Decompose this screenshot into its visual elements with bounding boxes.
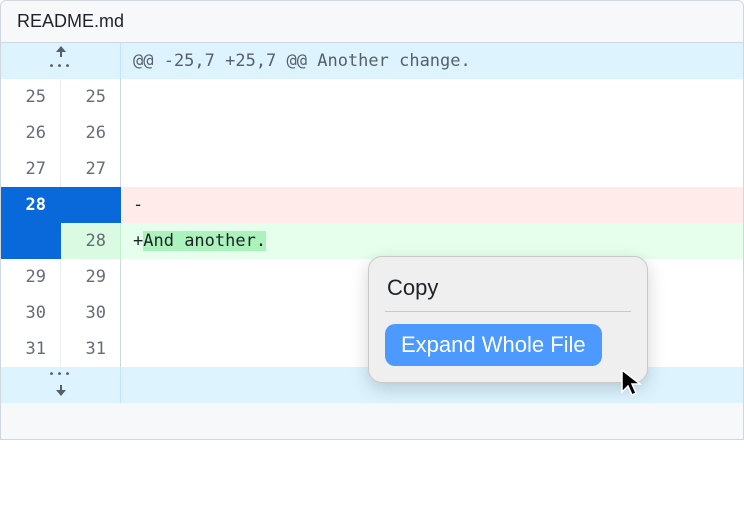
trailing-row <box>1 403 744 439</box>
new-line-number[interactable]: 29 <box>61 259 121 295</box>
file-header: README.md <box>0 0 744 43</box>
old-line-number[interactable]: 27 <box>1 151 61 187</box>
diff-prefix: + <box>133 231 143 251</box>
expand-down-icon: ••• <box>51 370 71 396</box>
table-row-addition: 28 +And another. <box>1 223 744 259</box>
code-cell <box>121 115 744 151</box>
table-row: 26 26 <box>1 115 744 151</box>
new-line-number[interactable] <box>61 187 121 223</box>
added-text: And another. <box>143 231 266 251</box>
menu-item-copy[interactable]: Copy <box>385 271 631 311</box>
new-line-number[interactable]: 30 <box>61 295 121 331</box>
new-line-number[interactable]: 25 <box>61 79 121 115</box>
menu-item-expand-whole-file[interactable]: Expand Whole File <box>385 324 602 366</box>
old-line-number[interactable]: 30 <box>1 295 61 331</box>
code-cell: - <box>121 187 744 223</box>
new-line-number[interactable]: 28 <box>61 223 121 259</box>
old-line-number[interactable]: 26 <box>1 115 61 151</box>
expand-down-cell[interactable]: ••• <box>1 367 121 403</box>
table-row: 27 27 <box>1 151 744 187</box>
old-line-number[interactable] <box>1 223 61 259</box>
diff-prefix: - <box>133 195 143 215</box>
old-line-number[interactable]: 31 <box>1 331 61 367</box>
expand-up-icon: ••• <box>51 46 71 72</box>
new-line-number[interactable]: 27 <box>61 151 121 187</box>
new-line-number[interactable]: 31 <box>61 331 121 367</box>
old-line-number[interactable]: 29 <box>1 259 61 295</box>
hunk-header-text: @@ -25,7 +25,7 @@ Another change. <box>121 43 744 79</box>
code-cell <box>121 79 744 115</box>
table-row: 25 25 <box>1 79 744 115</box>
context-menu: Copy Expand Whole File <box>368 256 648 383</box>
code-cell <box>121 151 744 187</box>
new-line-number[interactable]: 26 <box>61 115 121 151</box>
file-name: README.md <box>17 11 124 31</box>
hunk-header-row: ••• @@ -25,7 +25,7 @@ Another change. <box>1 43 744 79</box>
table-row-deletion: 28 - <box>1 187 744 223</box>
old-line-number[interactable]: 25 <box>1 79 61 115</box>
menu-divider <box>385 311 631 312</box>
code-cell: +And another. <box>121 223 744 259</box>
expand-up-cell[interactable]: ••• <box>1 43 121 79</box>
old-line-number[interactable]: 28 <box>1 187 61 223</box>
